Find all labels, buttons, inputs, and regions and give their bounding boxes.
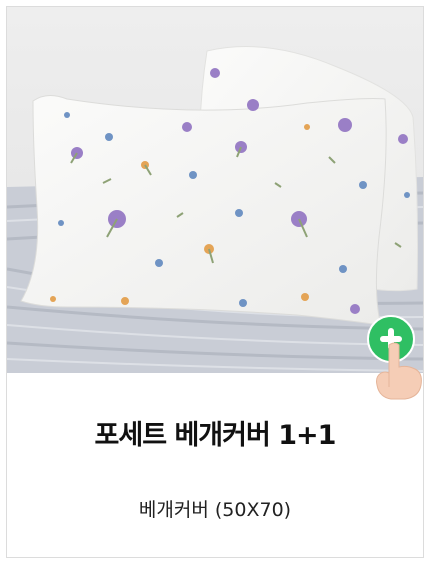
product-image[interactable] — [7, 7, 423, 373]
product-card[interactable]: 포세트 베개커버 1+1 베개커버 (50X70) — [6, 6, 424, 558]
product-title[interactable]: 포세트 베개커버 1+1 — [7, 413, 423, 452]
product-option: 베개커버 (50X70) — [138, 499, 292, 521]
pointing-hand-icon — [376, 342, 422, 400]
